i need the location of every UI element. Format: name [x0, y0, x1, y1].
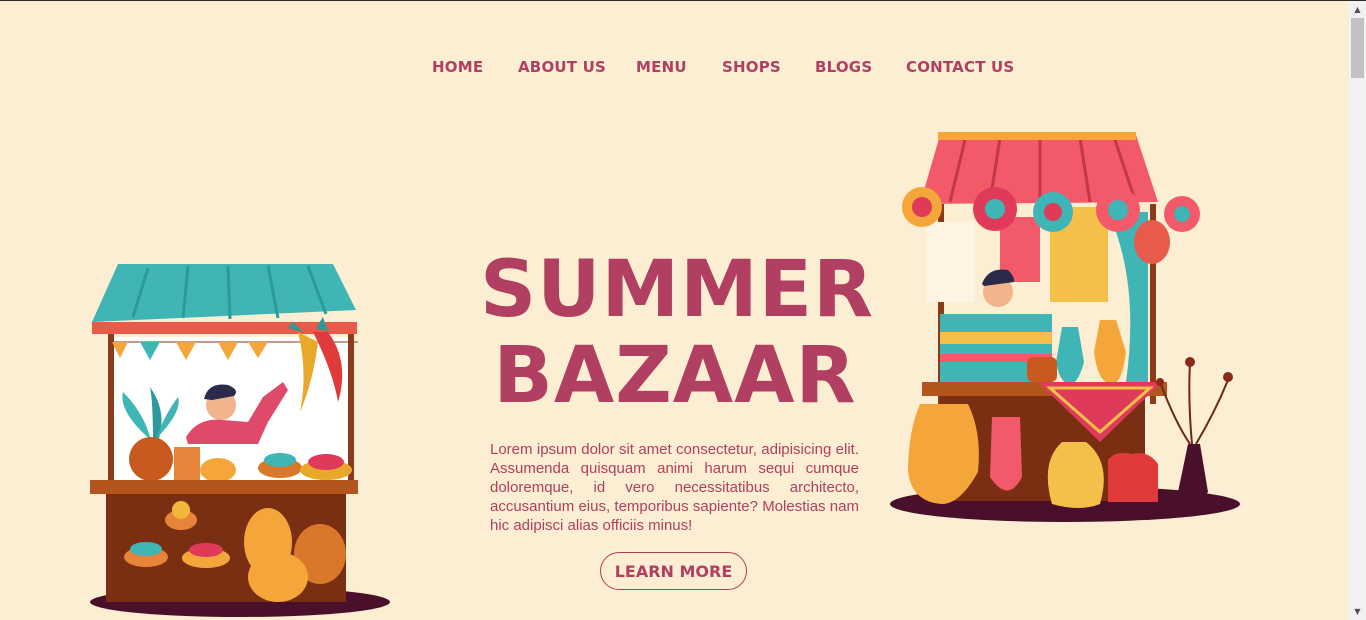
nav-menu[interactable]: MENU: [636, 58, 687, 76]
nav-contact-us[interactable]: CONTACT US: [906, 58, 1014, 76]
hero-title-line1: SUMMER: [480, 245, 875, 335]
hero-title-line2: BAZAAR: [493, 331, 857, 421]
vertical-scrollbar[interactable]: ▲ ▼: [1349, 1, 1366, 620]
learn-more-button[interactable]: LEARN MORE: [600, 552, 747, 590]
right-market-stall-illustration: [890, 132, 1240, 522]
scroll-up-arrow-icon[interactable]: ▲: [1349, 1, 1366, 18]
left-market-stall-illustration: [90, 264, 390, 617]
nav-home[interactable]: HOME: [432, 58, 483, 76]
nav-shops[interactable]: SHOPS: [722, 58, 781, 76]
nav-blogs[interactable]: BLOGS: [815, 58, 872, 76]
scroll-thumb[interactable]: [1351, 18, 1364, 78]
hero-description: Lorem ipsum dolor sit amet consectetur, …: [490, 441, 859, 534]
nav-about-us[interactable]: ABOUT US: [518, 58, 606, 76]
scroll-down-arrow-icon[interactable]: ▼: [1349, 603, 1366, 620]
main-nav: HOME ABOUT US MENU SHOPS BLOGS CONTACT U…: [0, 58, 1349, 78]
window-top-border: [0, 0, 1366, 1]
